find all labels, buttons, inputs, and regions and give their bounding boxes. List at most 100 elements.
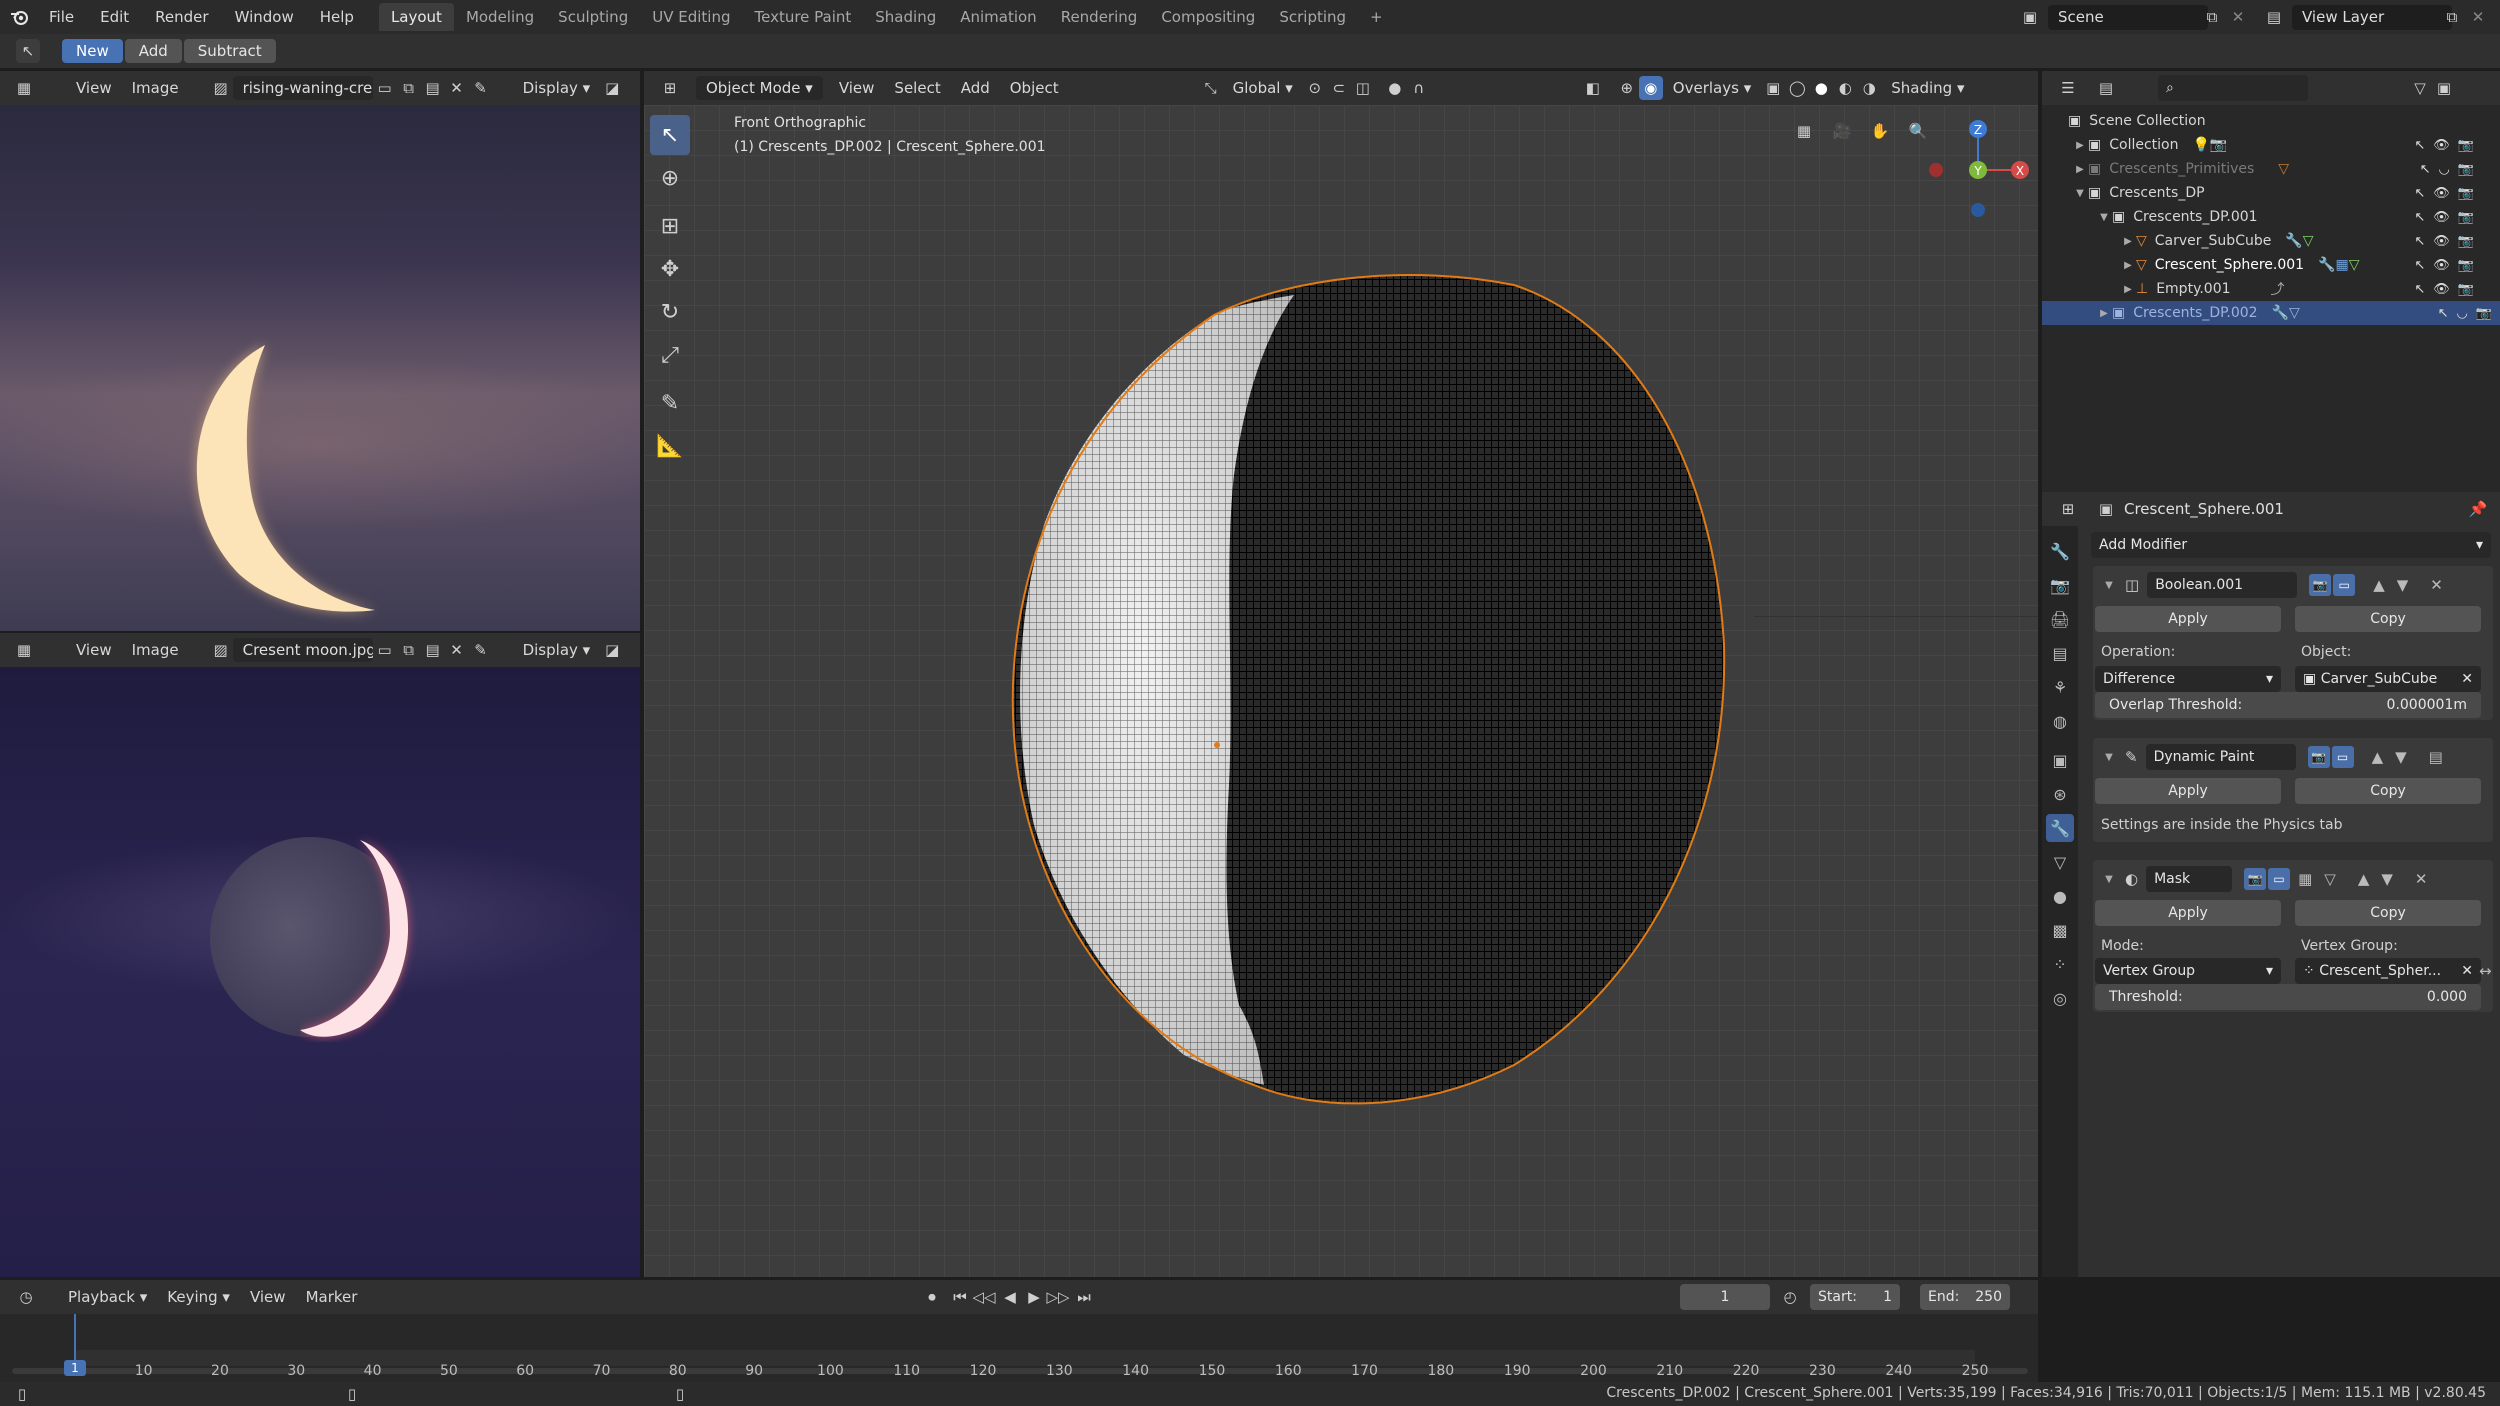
operation-dropdown[interactable]: Difference ▾ <box>2095 666 2281 692</box>
timeline-scrollbar[interactable] <box>12 1368 2028 1374</box>
annotate-tool[interactable]: ✎ <box>650 383 690 423</box>
remove-modifier-icon[interactable]: ✕ <box>2415 870 2428 888</box>
tool-tab-icon[interactable]: 🔧 <box>2046 537 2074 565</box>
editmode-toggle-icon[interactable]: ▦ <box>2298 870 2312 888</box>
mask-name-field[interactable]: Mask <box>2146 866 2233 892</box>
image-sidebar-icon[interactable]: ◪ <box>600 638 624 662</box>
scene-selector[interactable]: Scene <box>2048 5 2208 30</box>
move-up-icon[interactable]: ▲ <box>2358 870 2370 888</box>
jump-start-icon[interactable]: ⏮ <box>948 1285 972 1309</box>
row-toggles[interactable]: ↖ 👁 📷 <box>2414 282 2474 297</box>
editor-type-icon[interactable]: ⊞ <box>2056 497 2080 521</box>
duplicate-image-icon[interactable]: ⧉ <box>397 76 421 100</box>
collapse-arrow-icon[interactable]: ▼ <box>2101 580 2117 591</box>
filter-icon[interactable]: ▽ <box>2408 76 2432 100</box>
snap-icon[interactable]: ⊂ <box>1327 76 1351 100</box>
transform-orientation-icon[interactable]: ⤡ <box>1199 76 1223 100</box>
transform-tool[interactable]: ⊞ <box>650 206 690 246</box>
move-down-icon[interactable]: ▼ <box>2397 576 2409 594</box>
scale-tool[interactable]: ⤢ <box>650 335 690 375</box>
data-tab-icon[interactable]: ▽ <box>2046 848 2074 876</box>
vertex-group-field[interactable]: ⁘ Crescent_Spher... ✕ <box>2295 958 2481 984</box>
mask-mode-dropdown[interactable]: Vertex Group ▾ <box>2095 958 2281 984</box>
falloff-icon[interactable]: ∩ <box>1407 76 1431 100</box>
editor-type-icon[interactable]: ▦ <box>12 76 36 100</box>
viewport-view-menu[interactable]: View <box>829 79 885 97</box>
image-name-field[interactable]: rising-waning-cres... <box>232 76 373 100</box>
scene-icon[interactable]: ▣ <box>2018 5 2042 29</box>
tab-layout[interactable]: Layout <box>378 3 454 31</box>
boolean-name-field[interactable]: Boolean.001 <box>2147 572 2298 598</box>
tab-sculpting[interactable]: Sculpting <box>546 3 640 31</box>
tab-texture-paint[interactable]: Texture Paint <box>742 3 863 31</box>
outliner-scene-collection[interactable]: ▣ Scene Collection <box>2042 109 2482 133</box>
outliner-row-carver-subcube[interactable]: ▶ ▽ Carver_SubCube 🔧▽ ↖ 👁 📷 <box>2042 229 2482 253</box>
open-image-icon[interactable]: ▤ <box>421 638 445 662</box>
move-up-icon[interactable]: ▲ <box>2373 576 2385 594</box>
shading-wireframe-icon[interactable]: ◯ <box>1785 76 1809 100</box>
row-toggles[interactable]: ↖ 👁 📷 <box>2414 258 2474 273</box>
tab-shading[interactable]: Shading <box>863 3 948 31</box>
shading-material-icon[interactable]: ◐ <box>1833 76 1857 100</box>
object-field[interactable]: ▣ Carver_SubCube ✕ <box>2295 666 2481 692</box>
dynamic-paint-name-field[interactable]: Dynamic Paint <box>2145 744 2296 770</box>
image-sidebar-icon[interactable]: ◪ <box>600 76 624 100</box>
image-name-field[interactable]: Cresent moon.jpg <box>232 638 373 662</box>
image-view-menu[interactable]: View <box>66 79 122 97</box>
threshold-field[interactable]: Threshold: 0.000 <box>2095 984 2481 1010</box>
new-collection-icon[interactable]: ▣ <box>2432 76 2456 100</box>
pin-icon[interactable]: 📌 <box>2466 497 2490 521</box>
add-workspace-button[interactable]: + <box>1358 3 1395 31</box>
tab-modeling[interactable]: Modeling <box>454 3 546 31</box>
view-layer-selector[interactable]: View Layer <box>2292 5 2452 30</box>
modifiers-tab-icon[interactable]: 🔧 <box>2046 814 2074 842</box>
add-modifier-dropdown[interactable]: Add Modifier ▾ <box>2091 532 2491 558</box>
keying-menu[interactable]: Keying ▾ <box>157 1288 240 1306</box>
overlap-threshold-field[interactable]: Overlap Threshold: 0.000001m <box>2095 692 2481 718</box>
marker-menu[interactable]: Marker <box>296 1288 368 1306</box>
viewport-object-menu[interactable]: Object <box>1000 79 1069 97</box>
editor-type-icon[interactable]: ▦ <box>12 638 36 662</box>
play-reverse-icon[interactable]: ◀ <box>998 1285 1022 1309</box>
duplicate-image-icon[interactable]: ⧉ <box>397 638 421 662</box>
editor-type-icon[interactable]: ◷ <box>14 1285 38 1309</box>
expand-arrow-icon[interactable]: ▶ <box>2072 164 2088 175</box>
editor-type-icon[interactable]: ⊞ <box>658 76 682 100</box>
view-layer-icon[interactable]: ▤ <box>2262 5 2286 29</box>
cage-toggle-icon[interactable]: ▽ <box>2324 870 2336 888</box>
pan-view-icon[interactable]: ✋ <box>1868 119 1892 143</box>
texture-tab-icon[interactable]: ▩ <box>2046 916 2074 944</box>
current-frame-field[interactable]: 1 <box>1680 1284 1770 1310</box>
row-toggles[interactable]: ↖ 👁 📷 <box>2414 234 2474 249</box>
menu-file[interactable]: File <box>36 8 87 26</box>
pin-image-icon[interactable]: ✎ <box>469 638 493 662</box>
menu-render[interactable]: Render <box>142 8 221 26</box>
image-display-menu[interactable]: Display ▾ <box>513 79 601 97</box>
delete-view-layer-icon[interactable]: ✕ <box>2466 5 2490 29</box>
menu-help[interactable]: Help <box>307 8 367 26</box>
mask-apply-button[interactable]: Apply <box>2095 900 2281 926</box>
shading-rendered-icon[interactable]: ◑ <box>1857 76 1881 100</box>
row-toggles[interactable]: ↖ 👁 📷 <box>2414 138 2474 153</box>
playback-menu[interactable]: Playback ▾ <box>58 1288 157 1306</box>
preview-range-icon[interactable]: ◴ <box>1778 1285 1802 1309</box>
output-tab-icon[interactable]: 🖨 <box>2046 605 2074 633</box>
cursor-tool[interactable]: ⊕ <box>650 158 690 198</box>
material-tab-icon[interactable]: ● <box>2046 882 2074 910</box>
snap-target-icon[interactable]: ◫ <box>1351 76 1375 100</box>
expand-arrow-icon[interactable]: ▶ <box>2096 308 2112 319</box>
unlink-image-icon[interactable]: ✕ <box>445 76 469 100</box>
blender-logo-icon[interactable] <box>8 5 32 29</box>
outliner-row-crescents-primitives[interactable]: ▶ ▣ Crescents_Primitives ▽ ↖ ◡ 📷 <box>2042 157 2482 181</box>
render-toggle-icon[interactable]: 📷 <box>2309 574 2332 596</box>
row-toggles[interactable]: ↖ 👁 📷 <box>2414 186 2474 201</box>
menu-edit[interactable]: Edit <box>87 8 142 26</box>
constraints-tab-icon[interactable]: ⊛ <box>2046 780 2074 808</box>
collapse-arrow-icon[interactable]: ▼ <box>2101 874 2117 885</box>
tab-scripting[interactable]: Scripting <box>1267 3 1358 31</box>
dynamic-paint-copy-button[interactable]: Copy <box>2295 778 2481 804</box>
add-selection-button[interactable]: Add <box>124 39 182 63</box>
render-toggle-icon[interactable]: 📷 <box>2244 868 2267 890</box>
pivot-point-icon[interactable]: ⊙ <box>1303 76 1327 100</box>
unlink-image-icon[interactable]: ✕ <box>445 638 469 662</box>
